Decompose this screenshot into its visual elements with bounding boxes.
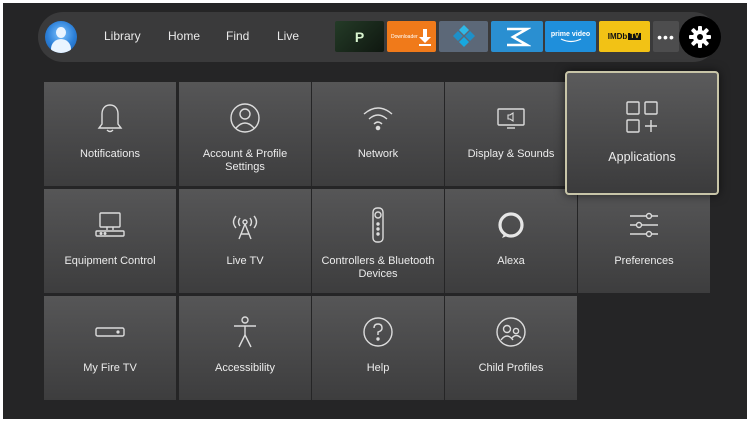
tile-label: Preferences (614, 255, 674, 267)
avatar-body (51, 39, 71, 53)
equipment-icon (93, 207, 127, 243)
tile-label: Display & Sounds (467, 148, 555, 160)
app-p-label: P (354, 28, 365, 45)
tile-display-sounds[interactable]: Display & Sounds (445, 82, 577, 186)
tile-label: Live TV (226, 255, 264, 267)
tile-equipment-control[interactable]: Equipment Control (44, 189, 176, 293)
display-icon (495, 100, 527, 136)
prime-video-label: prime video (550, 30, 591, 38)
gear-icon (689, 26, 711, 48)
s-logo-icon (507, 27, 531, 46)
tile-label: Help (366, 362, 390, 374)
tile-network[interactable]: Network (312, 82, 444, 186)
tile-label: Network (357, 148, 399, 160)
tile-label: Applications (608, 150, 676, 164)
tile-help[interactable]: Help (312, 296, 444, 400)
tile-applications[interactable]: Applications (565, 71, 719, 195)
tile-child-profiles[interactable]: Child Profiles (445, 296, 577, 400)
imdb-label: IMDb (607, 32, 628, 41)
more-apps-label: ••• (657, 28, 675, 45)
wifi-icon (361, 100, 395, 136)
tile-alexa[interactable]: Alexa (445, 189, 577, 293)
tile-live-tv[interactable]: Live TV (179, 189, 311, 293)
tile-label: Alexa (497, 255, 525, 267)
bell-icon (95, 100, 125, 136)
tile-my-fire-tv[interactable]: My Fire TV (44, 296, 176, 400)
tile-label: Accessibility (215, 362, 275, 374)
fire-tv-settings-screen: Library Home Find Live P Downloader prim… (3, 3, 747, 419)
sliders-icon (627, 207, 661, 243)
app-p-art: P (335, 21, 384, 52)
app-s-tile[interactable] (491, 21, 543, 52)
app-prime-video-tile[interactable]: prime video (545, 21, 596, 52)
avatar-head (56, 27, 66, 38)
antenna-icon (229, 207, 261, 243)
nav-live[interactable]: Live (277, 29, 299, 43)
tile-label: Equipment Control (64, 255, 156, 267)
accessibility-icon (230, 314, 260, 350)
settings-button[interactable] (679, 16, 721, 58)
kodi-logo-icon (452, 24, 475, 47)
help-icon (362, 314, 394, 350)
nav-home[interactable]: Home (168, 29, 200, 43)
child-profiles-icon (495, 314, 527, 350)
nav-library[interactable]: Library (104, 29, 141, 43)
download-arrow-icon (419, 28, 431, 46)
tile-label: Controllers & Bluetooth Devices (321, 255, 435, 280)
more-apps-button[interactable]: ••• (653, 21, 679, 52)
prime-smile-icon (560, 37, 581, 42)
firetv-icon (93, 314, 127, 350)
tile-controllers-bluetooth[interactable]: Controllers & Bluetooth Devices (312, 189, 444, 293)
tile-label: My Fire TV (83, 362, 137, 374)
app-p-tile[interactable]: P (335, 21, 384, 52)
downloader-label: Downloader (391, 33, 418, 40)
app-downloader-tile[interactable]: Downloader (387, 21, 436, 52)
tile-notifications[interactable]: Notifications (44, 82, 176, 186)
tile-preferences[interactable]: Preferences (578, 189, 710, 293)
app-imdb-tv-tile[interactable]: IMDb TV (599, 21, 650, 52)
tile-label: Notifications (80, 148, 140, 160)
imdb-tv-label: TV (628, 33, 642, 40)
nav-find[interactable]: Find (226, 29, 249, 43)
tile-account-profile-settings[interactable]: Account & Profile Settings (179, 82, 311, 186)
profile-avatar[interactable] (45, 21, 77, 53)
app-kodi-tile[interactable] (439, 21, 488, 52)
tile-label: Child Profiles (478, 362, 544, 374)
tile-accessibility[interactable]: Accessibility (179, 296, 311, 400)
apps-grid-icon (625, 99, 659, 135)
tile-label: Account & Profile Settings (202, 148, 288, 173)
top-nav-bar: Library Home Find Live P Downloader prim… (38, 12, 721, 62)
alexa-icon (496, 207, 526, 243)
account-icon (229, 100, 261, 136)
remote-icon (368, 207, 388, 243)
